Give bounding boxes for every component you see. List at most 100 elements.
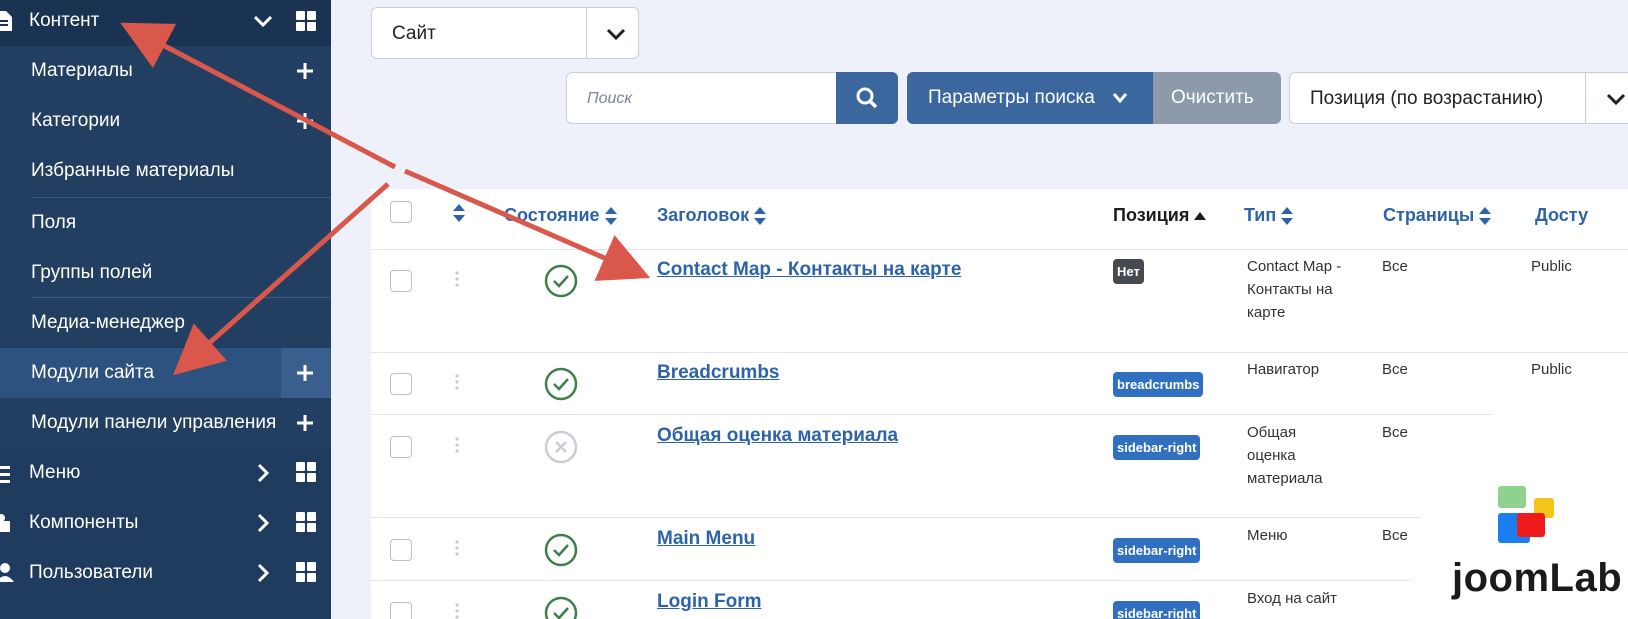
position-badge: sidebar-right: [1113, 435, 1201, 460]
search-options-button[interactable]: Параметры поиска: [907, 72, 1153, 124]
sidebar-item-articles[interactable]: Материалы: [0, 46, 331, 96]
row-checkbox[interactable]: [390, 602, 412, 619]
sidebar-item-site-modules[interactable]: Модули сайта: [0, 348, 331, 398]
header-title[interactable]: Заголовок: [657, 205, 767, 226]
published-check-icon[interactable]: [544, 264, 578, 298]
chevron-right-icon[interactable]: [252, 562, 274, 584]
chevron-down-icon: [1112, 93, 1128, 104]
plus-icon: [297, 365, 313, 381]
module-type: Навигатор: [1247, 361, 1320, 378]
sidebar-item-label: Меню: [29, 462, 81, 483]
sidebar-item-categories[interactable]: Категории: [0, 96, 331, 146]
ordering-select[interactable]: Позиция (по возрастанию): [1289, 72, 1628, 124]
row-checkbox[interactable]: [390, 373, 412, 395]
module-title-link[interactable]: Общая оценка материала: [657, 425, 898, 447]
clear-button[interactable]: Очистить: [1153, 72, 1281, 124]
drag-handle-icon[interactable]: [454, 539, 460, 557]
position-badge: sidebar-right: [1113, 601, 1201, 619]
header-status-label: Состояние: [504, 205, 600, 225]
position-badge: sidebar-right: [1113, 538, 1201, 563]
row-divider: [371, 580, 1411, 581]
header-access[interactable]: Досту: [1535, 205, 1588, 226]
sidebar-item-label: Медиа-менеджер: [31, 312, 185, 333]
position-badge: Нет: [1113, 259, 1144, 284]
sort-icon: [604, 206, 617, 225]
row-divider: [371, 414, 1491, 415]
sidebar-item-label: Компоненты: [29, 512, 139, 533]
chevron-right-icon[interactable]: [252, 462, 274, 484]
sidebar-item-label: Группы полей: [31, 262, 153, 283]
row-divider: [371, 352, 1628, 353]
logo-text: joomLab: [1452, 556, 1623, 600]
sidebar-item-label: Пользователи: [29, 562, 154, 583]
published-check-icon[interactable]: [544, 596, 578, 619]
published-check-icon[interactable]: [544, 533, 578, 567]
drag-handle-icon[interactable]: [454, 436, 460, 454]
sidebar-item-field-groups[interactable]: Группы полей: [0, 248, 331, 298]
plus-icon[interactable]: [295, 61, 315, 81]
site-select-value: Сайт: [392, 23, 436, 44]
chevron-down-icon: [606, 28, 626, 41]
header-position[interactable]: Позиция: [1113, 205, 1207, 226]
site-select[interactable]: Сайт: [371, 7, 639, 59]
module-title-link[interactable]: Main Menu: [657, 528, 755, 550]
header-type-label: Тип: [1244, 205, 1277, 225]
list-icon: [0, 466, 10, 483]
module-title-link[interactable]: Breadcrumbs: [657, 362, 780, 384]
module-type: Общая оценка материала: [1247, 424, 1323, 487]
dashboard-grid-icon[interactable]: [296, 462, 316, 482]
sidebar-item-content[interactable]: Контент: [0, 0, 331, 46]
sidebar-item-featured[interactable]: Избранные материалы: [0, 146, 331, 196]
plus-icon[interactable]: [295, 413, 315, 433]
sidebar-item-media[interactable]: Медиа-менеджер: [0, 298, 331, 348]
sidebar-item-users[interactable]: Пользователи: [0, 548, 331, 598]
row-checkbox[interactable]: [390, 436, 412, 458]
clear-label: Очистить: [1171, 87, 1254, 108]
header-position-label: Позиция: [1113, 205, 1190, 225]
row-checkbox[interactable]: [390, 539, 412, 561]
plus-icon[interactable]: [295, 111, 315, 131]
drag-handle-icon[interactable]: [454, 270, 460, 288]
sort-icon: [1479, 206, 1492, 225]
search-placeholder: Поиск: [587, 90, 632, 107]
module-title-link[interactable]: Contact Map - Контакты на карте: [657, 259, 961, 281]
unpublished-x-icon[interactable]: [544, 430, 578, 464]
search-icon: [856, 87, 878, 109]
header-access-label: Досту: [1535, 205, 1589, 225]
select-all-checkbox[interactable]: [390, 201, 412, 223]
sidebar-item-label: Модули сайта: [31, 362, 155, 383]
sidebar-item-label: Категории: [31, 110, 121, 131]
sidebar-item-menus[interactable]: Меню: [0, 448, 331, 498]
chevron-right-icon[interactable]: [252, 512, 274, 534]
drag-handle-icon[interactable]: [454, 373, 460, 391]
module-type: Меню: [1247, 527, 1288, 544]
sidebar-item-fields[interactable]: Поля: [0, 198, 331, 248]
drag-handle-icon[interactable]: [454, 602, 460, 619]
sidebar-item-label: Контент: [29, 10, 100, 31]
module-type: Вход на сайт: [1247, 590, 1337, 607]
module-title-link[interactable]: Login Form: [657, 591, 761, 613]
row-divider: [371, 249, 1628, 250]
module-access: Public: [1531, 361, 1572, 378]
dashboard-grid-icon[interactable]: [296, 11, 316, 31]
module-access: Public: [1531, 258, 1572, 275]
header-pages[interactable]: Страницы: [1383, 205, 1492, 226]
add-module-button[interactable]: [281, 348, 331, 398]
search-input[interactable]: Поиск: [566, 72, 838, 124]
header-type[interactable]: Тип: [1244, 205, 1294, 226]
row-checkbox[interactable]: [390, 270, 412, 292]
chevron-down-icon: [1606, 93, 1626, 106]
header-status[interactable]: Состояние: [504, 205, 618, 226]
sidebar-item-components[interactable]: Компоненты: [0, 498, 331, 548]
position-badge: breadcrumbs: [1113, 372, 1204, 397]
sort-ordering-icon[interactable]: [452, 203, 466, 223]
sort-icon: [1281, 206, 1294, 225]
chevron-down-icon[interactable]: [252, 10, 274, 32]
search-button[interactable]: [836, 72, 898, 124]
header-pages-label: Страницы: [1383, 205, 1475, 225]
published-check-icon[interactable]: [544, 367, 578, 401]
module-type: Contact Map - Контакты на карте: [1247, 258, 1342, 321]
dashboard-grid-icon[interactable]: [296, 562, 316, 582]
sidebar-item-admin-modules[interactable]: Модули панели управления: [0, 398, 331, 448]
dashboard-grid-icon[interactable]: [296, 512, 316, 532]
